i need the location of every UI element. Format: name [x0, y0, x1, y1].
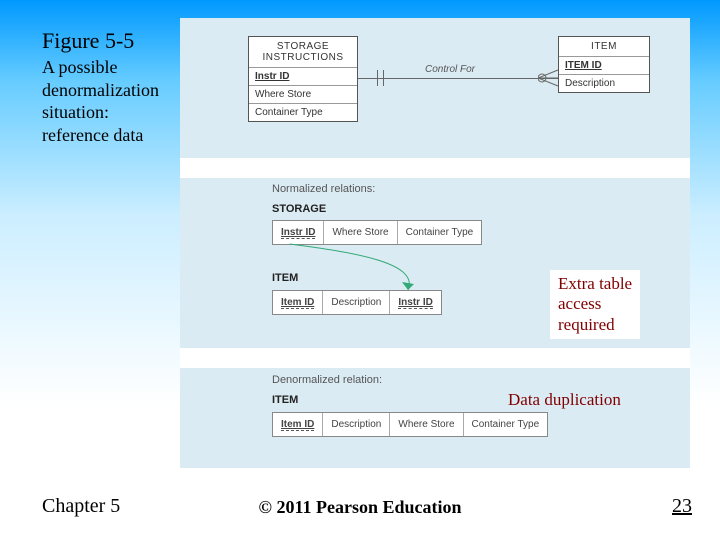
- col-pk: Item ID: [273, 413, 323, 436]
- relation-item: Item ID Description Instr ID: [272, 290, 442, 315]
- col-fk: Instr ID: [390, 291, 440, 314]
- entity-attr: Container Type: [249, 103, 357, 121]
- cardinality-one-icon: [383, 70, 384, 86]
- section-heading: Normalized relations:: [272, 183, 375, 195]
- annotation-duplication: Data duplication: [500, 386, 629, 414]
- figure-subtitle: A possible denormalization situation: re…: [42, 56, 159, 146]
- col: Container Type: [398, 221, 482, 244]
- col-pk: Instr ID: [273, 221, 324, 244]
- cardinality-one-icon: [377, 70, 378, 86]
- annotation-extra-access: Extra table access required: [550, 270, 640, 339]
- relation-storage: Instr ID Where Store Container Type: [272, 220, 482, 245]
- separator-band: [180, 158, 690, 178]
- relationship-line: [358, 78, 558, 79]
- entity-storage: STORAGEINSTRUCTIONS Instr ID Where Store…: [248, 36, 358, 122]
- col: Description: [323, 413, 390, 436]
- entity-header: ITEM: [559, 37, 649, 56]
- col-pk: Item ID: [273, 291, 323, 314]
- relation-name: STORAGE: [272, 203, 326, 215]
- entity-attr: Description: [559, 74, 649, 92]
- section-heading: Denormalized relation:: [272, 374, 382, 386]
- relation-name: ITEM: [272, 272, 298, 284]
- entity-pk: ITEM ID: [559, 56, 649, 74]
- col: Container Type: [464, 413, 548, 436]
- figure-title-block: Figure 5-5 A possible denormalization si…: [42, 28, 159, 146]
- relation-item-denorm: Item ID Description Where Store Containe…: [272, 412, 548, 437]
- entity-header: STORAGEINSTRUCTIONS: [249, 37, 357, 67]
- entity-pk: Instr ID: [249, 67, 357, 85]
- figure-number: Figure 5-5: [42, 28, 159, 54]
- entity-attr: Where Store: [249, 85, 357, 103]
- relationship-label: Control For: [425, 64, 475, 75]
- entity-item: ITEM ITEM ID Description: [558, 36, 650, 93]
- separator-band: [180, 348, 690, 368]
- col: Description: [323, 291, 390, 314]
- relation-name: ITEM: [272, 394, 298, 406]
- col: Where Store: [324, 221, 397, 244]
- copyright-label: © 2011 Pearson Education: [0, 497, 720, 518]
- page-number: 23: [672, 495, 692, 518]
- col: Where Store: [390, 413, 463, 436]
- diagram-panel: STORAGEINSTRUCTIONS Instr ID Where Store…: [180, 18, 690, 468]
